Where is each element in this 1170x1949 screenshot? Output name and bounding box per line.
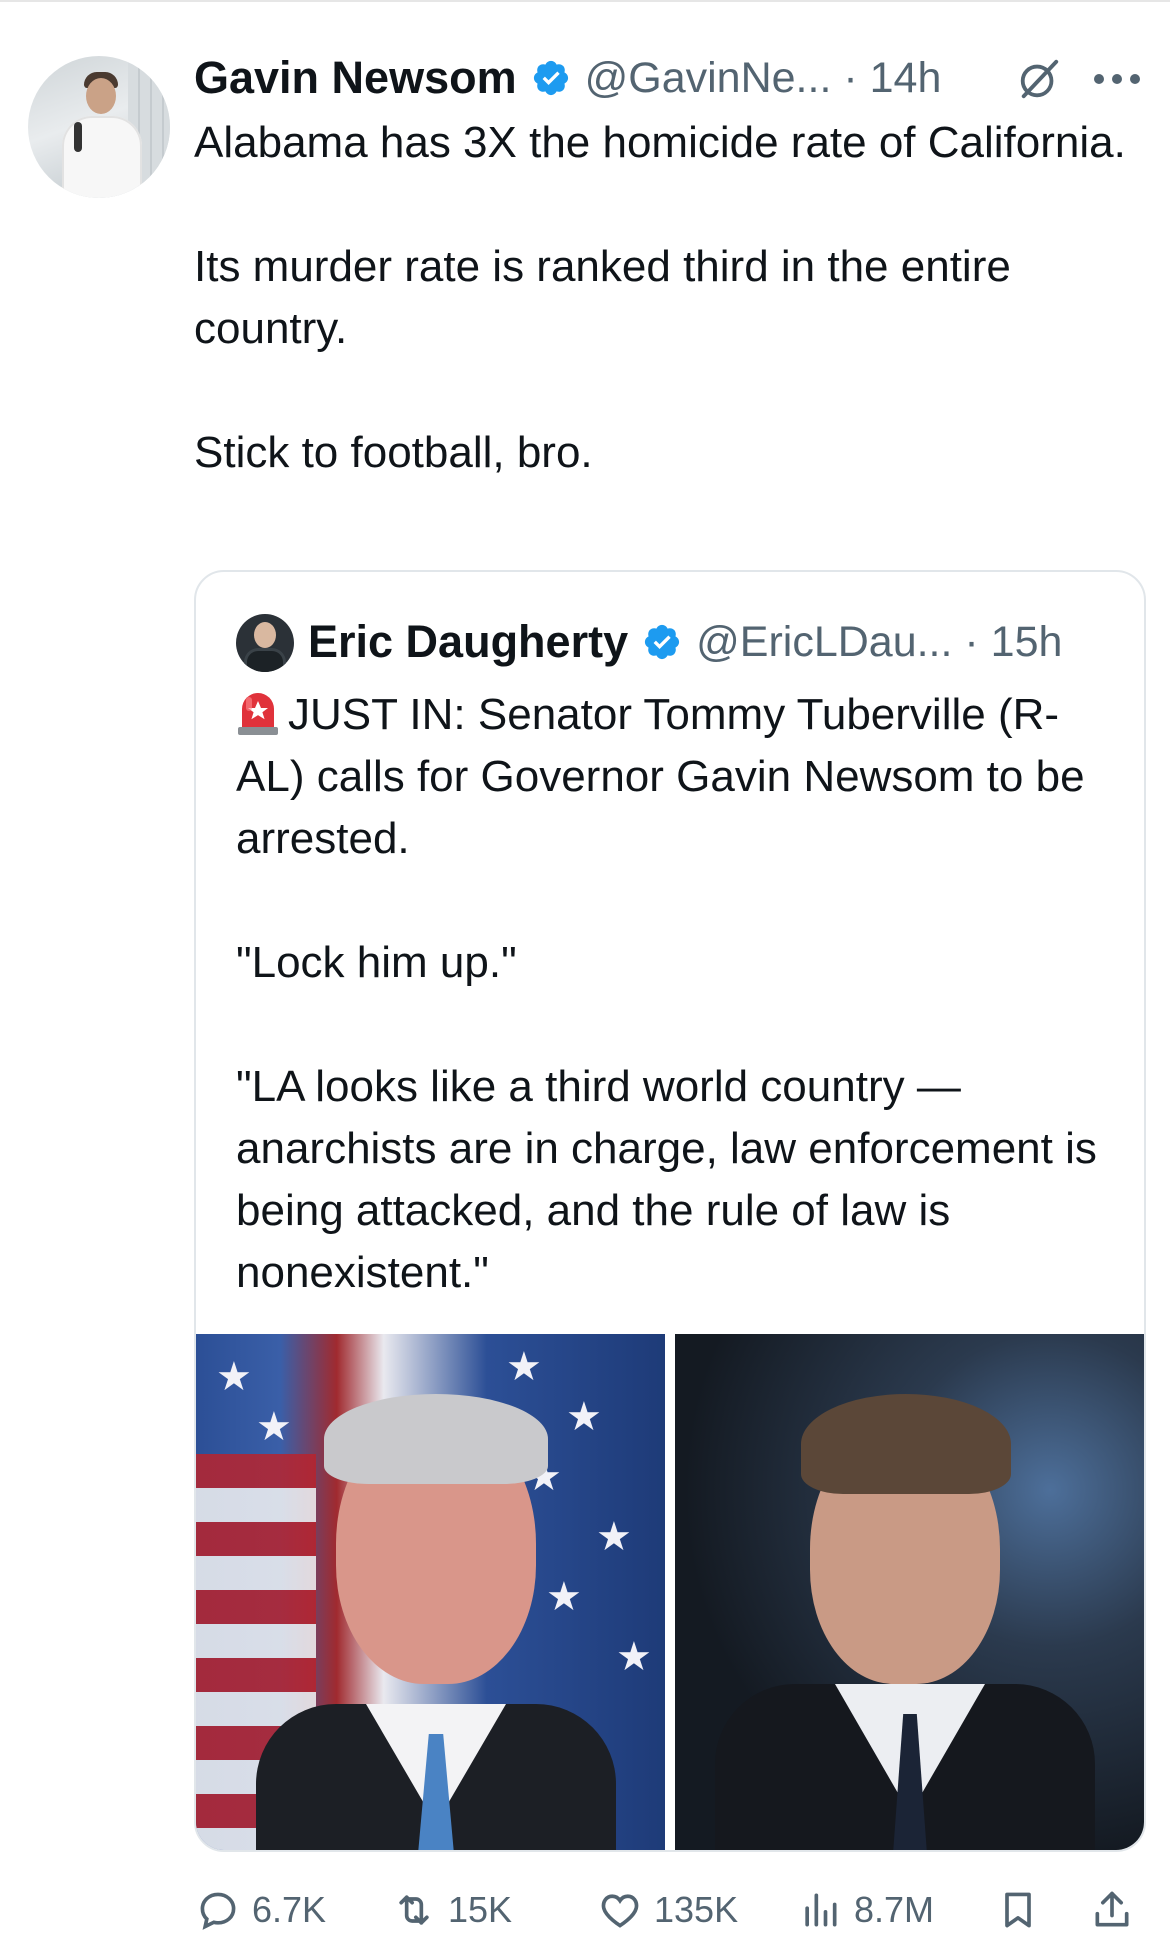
photo-tuberville[interactable]: ★ ★ ★ ★ ★ ★ ★ ★ [196,1334,665,1850]
tweet-text: Alabama has 3X the homicide rate of Cali… [194,112,1134,484]
bookmark-icon [1005,1892,1031,1928]
quote-media[interactable]: ★ ★ ★ ★ ★ ★ ★ ★ [196,1334,1144,1850]
repost-count: 15K [448,1889,513,1930]
author-avatar[interactable] [28,56,170,198]
verified-badge-icon [533,60,568,96]
bookmark-button[interactable] [996,1880,1040,1940]
quote-paragraph: "LA looks like a third world country — a… [236,1062,1097,1297]
views-icon [805,1893,837,1927]
top-divider [0,0,1170,2]
tweet-time[interactable]: 14h [870,54,942,102]
like-button[interactable]: 135K [598,1880,738,1940]
tweet-actions: 6.7K 15K 135K 8.7M [0,1880,1170,1940]
quote-paragraph: "Lock him up." [236,938,517,987]
repost-icon [399,1895,429,1925]
like-icon [601,1894,639,1928]
quoted-tweet-card[interactable]: Eric Daugherty @EricLDau... · 15h JUST I… [194,570,1146,1852]
reply-icon [200,1892,236,1930]
tweet-header: Gavin Newsom @GavinNe... · 14h [194,50,941,106]
quote-header: Eric Daugherty @EricLDau... · 15h [308,612,1062,672]
author-handle[interactable]: @GavinNe... · 14h [585,54,942,103]
verified-badge-icon [645,624,680,660]
author-name[interactable]: Gavin Newsom [194,52,517,104]
quote-paragraph: JUST IN: Senator Tommy Tuberville (R-AL)… [236,690,1085,863]
quote-text: JUST IN: Senator Tommy Tuberville (R-AL)… [236,684,1116,1304]
quote-author-avatar[interactable] [236,614,294,672]
quote-author-name[interactable]: Eric Daugherty [308,616,628,668]
more-options-icon[interactable] [1092,72,1142,86]
repost-button[interactable]: 15K [392,1880,512,1940]
tweet-paragraph: Alabama has 3X the homicide rate of Cali… [194,118,1126,167]
quote-author-handle[interactable]: @EricLDau... · 15h [696,618,1062,667]
tweet-paragraph: Stick to football, bro. [194,428,593,477]
views-button[interactable]: 8.7M [798,1880,934,1940]
tweet-paragraph: Its murder rate is ranked third in the e… [194,242,1011,353]
quote-time: 15h [990,617,1063,666]
siren-emoji-icon [238,693,278,735]
share-button[interactable] [1090,1880,1134,1940]
grok-icon[interactable] [1016,56,1062,102]
reply-button[interactable]: 6.7K [196,1880,326,1940]
like-count: 135K [654,1889,739,1930]
photo-newsom[interactable] [675,1334,1144,1850]
share-icon [1095,1891,1129,1927]
reply-count: 6.7K [252,1889,327,1930]
view-count: 8.7M [854,1889,935,1930]
